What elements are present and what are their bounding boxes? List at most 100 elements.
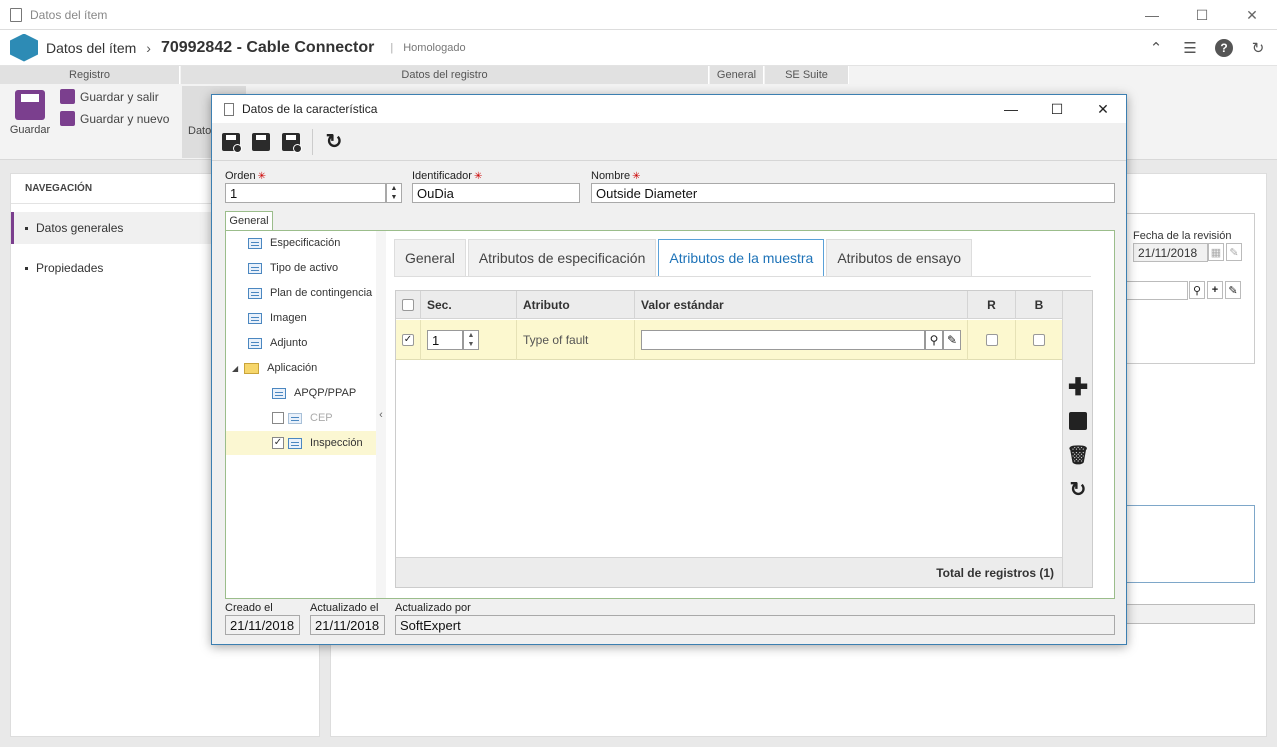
select-all-checkbox[interactable] <box>402 298 414 311</box>
dialog-maximize-button[interactable]: ☐ <box>1034 95 1080 123</box>
ribbon-group-datos: Datos del registro <box>181 66 709 84</box>
tree-item-tipo-activo[interactable]: Tipo de activo <box>248 256 376 280</box>
lookup-field[interactable] <box>1126 281 1188 300</box>
row-checkbox-checked[interactable]: ✓ <box>402 334 414 346</box>
r-checkbox[interactable] <box>985 334 998 346</box>
tree-item-aplicacion[interactable]: ◢ Aplicación <box>232 356 376 380</box>
tree-item-adjunto[interactable]: Adjunto <box>248 331 376 355</box>
expand-arrow-icon[interactable]: ◢ <box>232 364 238 373</box>
save-exit-button[interactable]: Guardar y salir <box>60 89 159 104</box>
tree-item-cep[interactable]: CEP <box>272 406 376 430</box>
column-header-value[interactable]: Valor estándar <box>635 291 968 319</box>
help-icon[interactable]: ? <box>1215 39 1233 57</box>
list-menu-icon[interactable]: ☰ <box>1181 39 1199 57</box>
ribbon-datos-label: Dato <box>188 125 212 137</box>
collapse-splitter[interactable]: ‹ <box>376 231 386 598</box>
tree-item-plan-contingencia[interactable]: Plan de contingencia <box>248 281 376 305</box>
clear-brush-icon[interactable]: ✎ <box>1225 281 1241 299</box>
dialog-minimize-button[interactable]: — <box>988 95 1034 123</box>
identifier-label: Identificador ✳ <box>412 170 483 182</box>
tree-item-inspeccion[interactable]: ✓ Inspección <box>226 431 376 455</box>
tab-general[interactable]: General <box>394 239 466 276</box>
header-title: Datos del ítem <box>46 39 137 56</box>
grid-action-bar: ✚ 🗑 ↻ <box>1062 291 1092 587</box>
form-icon <box>248 262 262 274</box>
save-button[interactable]: Guardar <box>8 90 52 136</box>
name-input[interactable]: Outside Diameter <box>591 183 1115 203</box>
column-header-seq[interactable]: Sec. <box>421 291 517 319</box>
refresh-icon[interactable]: ↻ <box>323 131 345 153</box>
dialog-close-button[interactable]: ✕ <box>1080 95 1126 123</box>
document-icon <box>10 7 22 22</box>
seq-stepper[interactable]: ▲ ▼ <box>463 330 479 350</box>
maximize-button[interactable]: ☐ <box>1177 0 1227 30</box>
close-button[interactable]: ✕ <box>1227 0 1277 30</box>
value-input[interactable] <box>641 330 925 350</box>
refresh-icon[interactable]: ↻ <box>1249 39 1267 57</box>
nav-item-label: Datos generales <box>36 221 124 235</box>
tree-item-apqp[interactable]: APQP/PPAP <box>272 381 376 405</box>
collapse-up-icon[interactable]: ⌃ <box>1147 39 1165 57</box>
header-item-name: 70992842 - Cable Connector <box>160 38 375 56</box>
save-button[interactable] <box>250 131 272 153</box>
orden-label: Orden ✳ <box>225 170 266 182</box>
created-label: Creado el <box>225 602 273 614</box>
column-header-b[interactable]: B <box>1016 291 1062 319</box>
document-icon <box>224 102 234 116</box>
search-icon[interactable]: ⚲ <box>925 330 943 350</box>
updated-field: 21/11/2018 <box>310 615 385 635</box>
save-exit-icon <box>60 89 75 104</box>
readonly-field <box>1126 604 1255 624</box>
tree-item-imagen[interactable]: Imagen <box>248 306 376 330</box>
tab-bar: General Atributos de especificación Atri… <box>394 239 974 277</box>
column-header-r[interactable]: R <box>968 291 1016 319</box>
form-icon <box>248 312 262 324</box>
tree-item-especificacion[interactable]: Especificación <box>248 231 376 255</box>
clear-brush-icon[interactable]: ✎ <box>1226 243 1242 261</box>
text-area[interactable] <box>1126 505 1255 583</box>
search-icon[interactable]: ⚲ <box>1189 281 1205 299</box>
checkbox[interactable] <box>272 412 284 424</box>
identifier-input[interactable]: OuDia <box>412 183 580 203</box>
seq-input[interactable]: 1 <box>427 330 463 350</box>
trash-icon[interactable]: 🗑 <box>1067 445 1090 465</box>
dialog-toolbar: ↻ <box>212 123 1126 161</box>
save-new-button[interactable]: Guardar y nuevo <box>60 111 169 126</box>
revision-date-label: Fecha de la revisión <box>1133 230 1232 242</box>
form-icon <box>288 437 302 449</box>
tab-general-section[interactable]: General <box>225 211 273 230</box>
b-cell <box>1016 320 1062 360</box>
row-select-cell: ✓ <box>396 320 421 360</box>
app-header: Datos del ítem › 70992842 - Cable Connec… <box>0 30 1277 66</box>
checkbox-checked[interactable]: ✓ <box>272 437 284 449</box>
header-divider: | <box>390 41 394 54</box>
tab-atributos-muestra[interactable]: Atributos de la muestra <box>658 239 825 277</box>
form-icon <box>288 412 302 424</box>
tab-atributos-especificacion[interactable]: Atributos de especificación <box>467 239 657 276</box>
select-all-cell <box>396 291 421 319</box>
save-close-button[interactable] <box>280 131 302 153</box>
minimize-button[interactable]: — <box>1127 0 1177 30</box>
calendar-icon[interactable]: ▦ <box>1208 243 1224 261</box>
add-icon[interactable]: + <box>1207 281 1223 299</box>
orden-input[interactable]: 1 <box>225 183 386 203</box>
b-checkbox[interactable] <box>1033 334 1045 346</box>
r-cell <box>968 320 1016 360</box>
tab-atributos-ensayo[interactable]: Atributos de ensayo <box>826 239 973 276</box>
column-header-attribute[interactable]: Atributo <box>517 291 635 319</box>
orden-stepper[interactable]: ▲ ▼ <box>386 183 402 203</box>
add-icon[interactable]: ✚ <box>1068 374 1088 401</box>
bullet-icon <box>25 226 28 230</box>
clear-brush-icon[interactable]: ✎ <box>943 330 961 350</box>
refresh-icon[interactable]: ↻ <box>1068 479 1088 501</box>
app-logo-icon <box>10 33 38 62</box>
name-label: Nombre ✳ <box>591 170 641 182</box>
save-icon <box>15 90 45 120</box>
folder-icon <box>244 362 260 374</box>
save-exit-button[interactable] <box>220 131 242 153</box>
form-icon <box>248 337 262 349</box>
save-icon[interactable] <box>1068 411 1088 431</box>
updated-by-field: SoftExpert <box>395 615 1115 635</box>
chevron-right-icon: › <box>146 39 151 56</box>
revision-date-field[interactable]: 21/11/2018 <box>1133 243 1208 262</box>
